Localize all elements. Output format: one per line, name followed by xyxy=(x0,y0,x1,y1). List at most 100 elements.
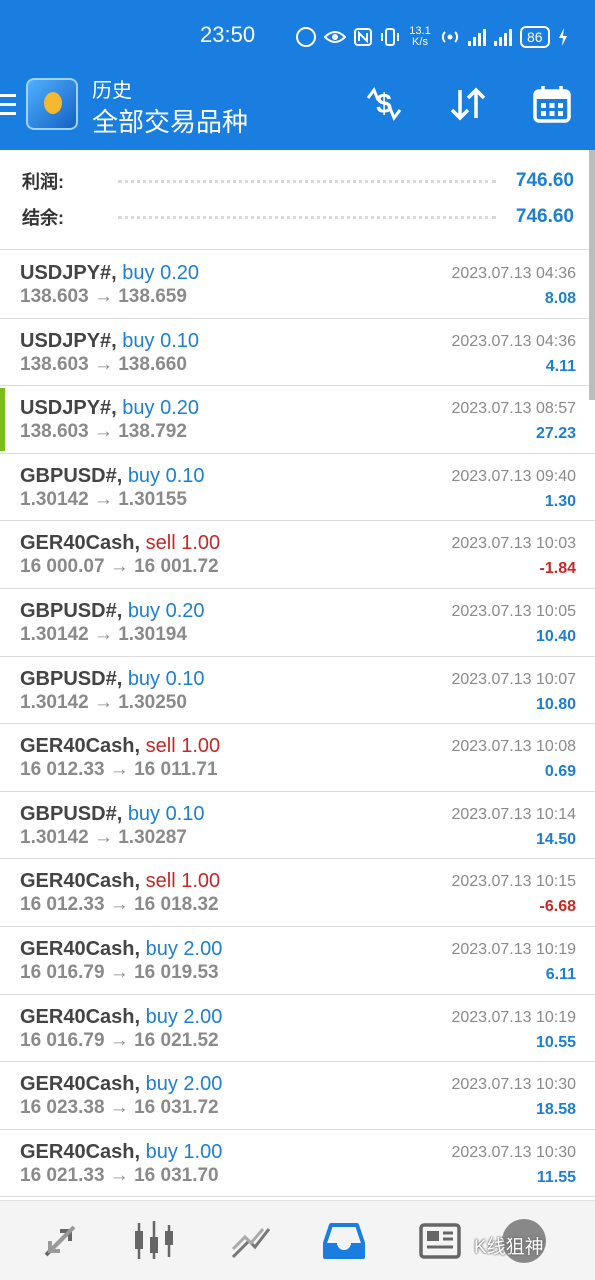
deal-prices: 16 021.33 → 16 031.70 xyxy=(20,1164,219,1186)
deal-row[interactable]: GBPUSD#, buy 0.10 1.30142 → 1.30155 2023.0… xyxy=(0,454,595,522)
alarm-icon xyxy=(296,27,316,47)
nav-chart[interactable] xyxy=(128,1217,180,1265)
deal-time: 2023.07.13 10:14 xyxy=(451,805,576,823)
deal-profit: 8.08 xyxy=(544,290,576,307)
deal-symbol-name: GBPUSD#, xyxy=(20,464,123,487)
deal-symbol-name: GBPUSD#, xyxy=(20,802,123,825)
deal-prices: 138.603 → 138.659 xyxy=(20,286,187,307)
deal-symbol-name: USDJPY#, xyxy=(20,262,117,284)
deal-symbol-name: GER40Cash, xyxy=(20,532,141,555)
deal-side: buy 0.10 xyxy=(127,667,205,690)
deal-symbol-name: GBPUSD#, xyxy=(20,667,123,690)
deal-row[interactable]: GBPUSD#, buy 0.10 1.30142 → 1.30250 2023.0… xyxy=(0,657,595,725)
battery-indicator: 86 xyxy=(520,26,550,48)
menu-icon[interactable] xyxy=(0,94,18,118)
deal-profit: 1.30 xyxy=(544,492,576,510)
deal-profit: 27.23 xyxy=(535,425,576,443)
deal-prices: 138.603 → 138.792 xyxy=(20,421,187,443)
hotspot-icon xyxy=(441,31,459,43)
status-bar: 23:50 13.1 K/s 86 xyxy=(0,0,595,70)
deal-profit: 14.50 xyxy=(535,830,576,848)
deal-prices: 16 016.79 → 16 021.52 xyxy=(20,1029,219,1051)
deal-prices: 1.30142 → 1.30287 xyxy=(20,826,187,848)
deal-symbol: GER40Cash, buy 1.00 xyxy=(20,1141,222,1164)
chart-icon xyxy=(135,1221,173,1259)
history-icon xyxy=(323,1223,365,1259)
deal-profit: 18.58 xyxy=(535,1101,576,1119)
deal-profit: 6.11 xyxy=(545,965,576,983)
deal-row[interactable]: GER40Cash, buy 2.00 16 016.79 → 16 021.52… xyxy=(0,995,595,1063)
deal-prices: 138.603 → 138.660 xyxy=(20,353,187,375)
nav-history[interactable] xyxy=(318,1217,370,1265)
currency-exchange-button[interactable]: $ xyxy=(360,80,408,128)
deal-symbol-name: GER40Cash, xyxy=(20,1073,141,1096)
deal-row[interactable]: USDJPY#, buy 0.20 138.603 → 138.792 2023.0… xyxy=(0,386,595,454)
sort-icon xyxy=(450,87,486,121)
deal-row[interactable]: USDJPY#, buy 0.10 138.603 → 138.660 2023.0… xyxy=(0,319,595,387)
deal-prices: 1.30142 → 1.30155 xyxy=(20,488,187,510)
history-summary: 利润: 746.60 结余: 746.60 xyxy=(0,150,595,250)
status-time: 23:50 xyxy=(200,22,256,47)
trade-icon xyxy=(231,1228,271,1259)
deal-time: 2023.07.13 10:30 xyxy=(451,1076,576,1094)
deal-row[interactable]: USDJPY#, buy 0.20 138.603 → 138.659 2023.0… xyxy=(0,251,595,319)
deal-row[interactable]: GER40Cash, sell 1.00 16 000.07 → 16 001.7… xyxy=(0,521,595,589)
network-speed: 13.1 K/s xyxy=(408,26,432,48)
deal-symbol-name: GBPUSD#, xyxy=(20,599,123,622)
deal-symbol-name: GER40Cash, xyxy=(20,1005,141,1028)
nav-trade[interactable] xyxy=(224,1217,276,1265)
deal-side: buy 0.10 xyxy=(127,802,205,825)
deal-side: sell 1.00 xyxy=(145,870,221,893)
deal-prices: 16 023.38 → 16 031.72 xyxy=(20,1097,219,1119)
deals-list: USDJPY#, buy 0.20 138.603 → 138.659 2023.0… xyxy=(0,251,595,1198)
deal-row[interactable]: GBPUSD#, buy 0.10 1.30142 → 1.30287 2023.0… xyxy=(0,792,595,860)
nfc-icon xyxy=(354,28,372,46)
deal-row[interactable]: GER40Cash, buy 2.00 16 023.38 → 16 031.72… xyxy=(0,1062,595,1130)
deal-profit: 4.11 xyxy=(545,357,576,375)
deal-prices: 16 012.33 → 16 018.32 xyxy=(20,894,219,916)
app-logo xyxy=(26,78,78,130)
deal-time: 2023.07.13 10:07 xyxy=(451,670,576,688)
deal-symbol-name: GER40Cash, xyxy=(20,1140,141,1163)
deal-side: buy 1.00 xyxy=(145,1140,223,1163)
deal-time: 2023.07.13 10:15 xyxy=(451,873,576,891)
deal-symbol: GER40Cash, sell 1.00 xyxy=(20,532,220,555)
deal-symbol: GER40Cash, buy 2.00 xyxy=(20,1006,222,1029)
deal-time: 2023.07.13 10:08 xyxy=(451,738,576,756)
deal-symbol: GER40Cash, buy 2.00 xyxy=(20,938,222,961)
signal-icon-2 xyxy=(494,28,512,46)
status-icons: 13.1 K/s 86 xyxy=(296,24,586,50)
deal-prices: 1.30142 → 1.30194 xyxy=(20,623,187,645)
deal-symbol-name: USDJPY#, xyxy=(20,329,117,352)
deal-row[interactable]: GER40Cash, buy 2.00 16 016.79 → 16 019.53… xyxy=(0,927,595,995)
deal-side: buy 0.20 xyxy=(122,397,200,420)
deal-side: buy 0.10 xyxy=(122,329,200,352)
deal-side: sell 1.00 xyxy=(145,532,221,555)
summary-profit-row: 利润: 746.60 xyxy=(22,165,574,197)
calendar-button[interactable] xyxy=(528,80,576,128)
sort-button[interactable] xyxy=(444,80,492,128)
deal-time: 2023.07.13 10:30 xyxy=(451,1143,576,1161)
deal-row[interactable]: GER40Cash, sell 1.00 16 012.33 → 16 018.3… xyxy=(0,859,595,927)
network-speed-unit: K/s xyxy=(412,36,428,48)
nav-quotes[interactable] xyxy=(34,1217,86,1265)
charging-icon xyxy=(558,28,567,46)
header-subtitle: 历史 xyxy=(92,80,132,102)
deal-symbol: GBPUSD#, buy 0.10 xyxy=(20,668,205,691)
deal-side: buy 2.00 xyxy=(145,937,223,960)
deal-row[interactable]: GER40Cash, buy 1.00 16 021.33 → 16 031.70… xyxy=(0,1130,595,1198)
deal-time: 2023.07.13 10:19 xyxy=(451,940,576,958)
deal-time: 2023.07.13 04:36 xyxy=(451,332,576,350)
deal-row[interactable]: GER40Cash, sell 1.00 16 012.33 → 16 011.7… xyxy=(0,724,595,792)
nav-news[interactable] xyxy=(414,1217,466,1265)
deal-prices: 16 016.79 → 16 019.53 xyxy=(20,961,219,983)
header-title[interactable]: 全部交易品种 xyxy=(92,102,248,139)
currency-exchange-icon: $ xyxy=(366,86,402,122)
deal-row[interactable]: GBPUSD#, buy 0.20 1.30142 → 1.30194 2023.0… xyxy=(0,589,595,657)
balance-value: 746.60 xyxy=(515,206,574,227)
deal-symbol: USDJPY#, buy 0.20 xyxy=(20,262,199,285)
scrollbar[interactable] xyxy=(589,150,595,400)
watermark-text: K线狙神 xyxy=(474,1237,544,1258)
deal-symbol: GBPUSD#, buy 0.20 xyxy=(20,600,205,623)
deal-side: buy 2.00 xyxy=(145,1073,223,1096)
